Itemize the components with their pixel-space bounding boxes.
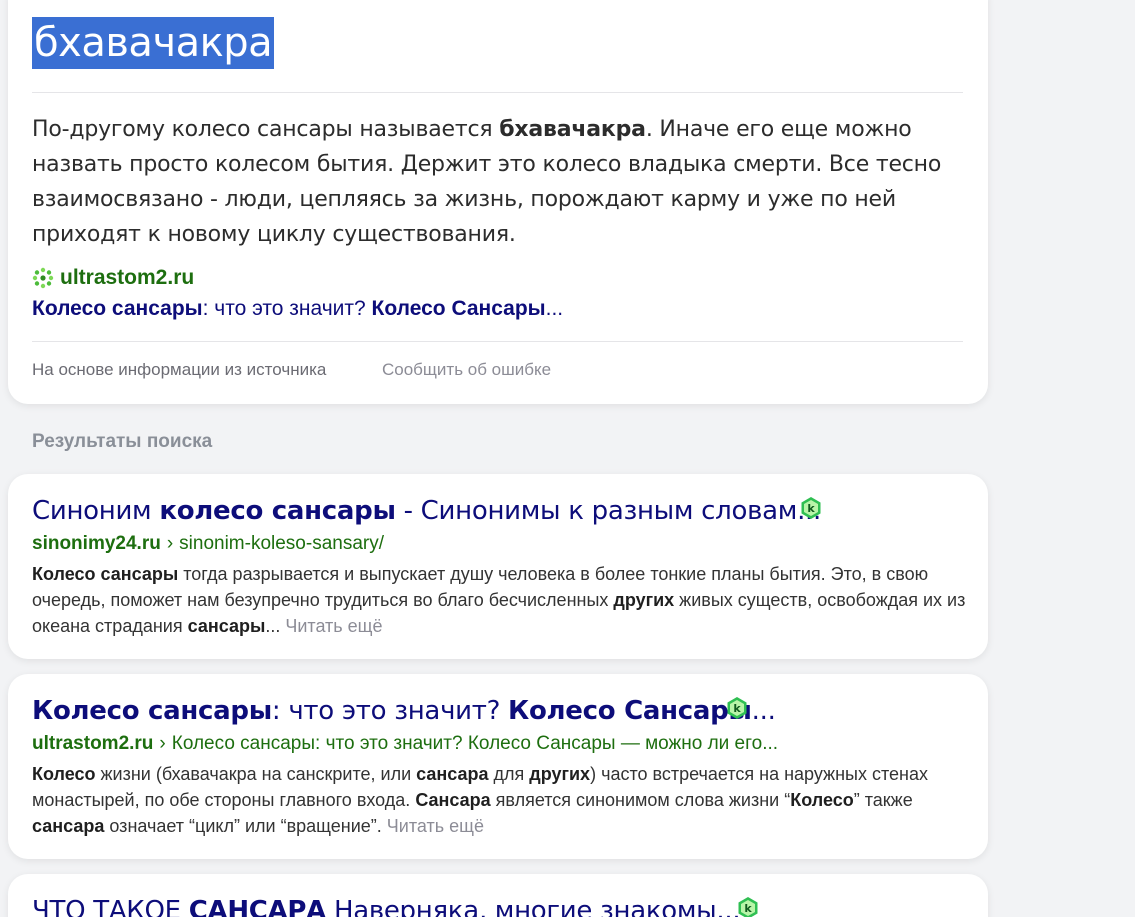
svg-text:k: k xyxy=(744,902,752,915)
result-title-bold: Колесо Сансары xyxy=(508,696,752,726)
result-title-bold: САНСАРА xyxy=(188,896,327,917)
svg-text:k: k xyxy=(733,702,741,715)
snippet-bold: других xyxy=(613,590,675,610)
answer-divider-top xyxy=(32,92,963,93)
report-error-link[interactable]: Сообщить об ошибке xyxy=(382,360,551,380)
answer-text: По-другому колесо сансары называется бха… xyxy=(32,112,962,252)
result-title-text: ... xyxy=(751,696,776,726)
result-snippet: Колесо жизни (бхавачакра на санскрите, и… xyxy=(32,761,967,839)
result-path: sinonim-koleso-sansary/ xyxy=(179,533,385,554)
search-result: Колесо сансары: что это значит? Колесо С… xyxy=(8,674,988,859)
answer-text-part: По-другому колесо сансары называется xyxy=(32,117,500,142)
snippet-text: ... xyxy=(265,616,286,636)
source-link-text: ... xyxy=(545,297,564,320)
green-dots-favicon-icon xyxy=(32,267,54,289)
result-title-text: ЧТО ТАКОЕ xyxy=(32,896,189,917)
result-title-text: - Синонимы к разным словам... xyxy=(395,496,822,526)
answer-text-bold: бхавачакра xyxy=(499,117,646,142)
snippet-bold: сансары xyxy=(187,616,266,636)
answer-source-link[interactable]: Колесо сансары: что это значит? Колесо С… xyxy=(32,297,563,321)
result-domain: ultrastom2.ru xyxy=(32,733,154,754)
search-result: Синоним колесо сансары - Синонимы к разн… xyxy=(8,474,988,659)
source-link-bold: Колесо сансары xyxy=(32,297,203,320)
result-url[interactable]: ultrastom2.ru › Колесо сансары: что это зн… xyxy=(32,733,778,755)
snippet-text: является синонимом слова жизни “ xyxy=(490,790,791,810)
breadcrumb-separator: › xyxy=(166,533,174,554)
answer-source-note: На основе информации из источника xyxy=(32,360,327,379)
result-title-text: Наверняка, многие знакомы... xyxy=(325,896,741,917)
snippet-bold: других xyxy=(529,764,591,784)
svg-text:k: k xyxy=(807,502,815,515)
source-link-text: : что это значит? xyxy=(202,297,372,320)
answer-divider-bottom xyxy=(32,341,963,342)
kaspersky-k-badge-icon[interactable]: k xyxy=(725,696,749,720)
search-result: ЧТО ТАКОЕ САНСАРА Наверняка, многие знак… xyxy=(8,874,988,917)
answer-title: бхавачакра xyxy=(32,17,275,69)
result-title-bold: Колесо сансары xyxy=(32,696,272,726)
snippet-text: означает “цикл” или “вращение”. xyxy=(104,816,387,836)
results-heading: Результаты поиска xyxy=(32,431,213,452)
snippet-bold: Колесо xyxy=(32,764,96,784)
breadcrumb-separator: › xyxy=(159,733,166,754)
snippet-bold: сансара xyxy=(416,764,489,784)
answer-source[interactable]: ultrastom2.ru xyxy=(32,266,194,290)
result-url[interactable]: sinonimy24.ru › sinonim-koleso-sansary/ xyxy=(32,533,384,555)
source-link-bold: Колесо Сансары xyxy=(371,297,546,320)
result-title-text: Синоним xyxy=(32,496,160,526)
result-title-link[interactable]: ЧТО ТАКОЕ САНСАРА Наверняка, многие знак… xyxy=(32,894,741,917)
snippet-bold: Колесо сансары xyxy=(32,564,179,584)
kaspersky-k-badge-icon[interactable]: k xyxy=(799,496,823,520)
kaspersky-k-badge-icon[interactable]: k xyxy=(736,896,760,917)
result-domain: sinonimy24.ru xyxy=(32,533,161,554)
read-more-link[interactable]: Читать ещё xyxy=(387,816,484,836)
snippet-bold: Сансара xyxy=(415,790,491,810)
snippet-text: жизни (бхавачакра на санскрите, или xyxy=(95,764,417,784)
snippet-bold: Колесо xyxy=(790,790,854,810)
snippet-bold: сансара xyxy=(32,816,105,836)
result-title-link[interactable]: Колесо сансары: что это значит? Колесо С… xyxy=(32,694,776,728)
quick-answer-card: бхавачакра По-другому колесо сансары наз… xyxy=(8,0,988,404)
result-path: Колесо сансары: что это значит? Колесо С… xyxy=(171,733,779,754)
snippet-text: ” также xyxy=(853,790,913,810)
result-title-text: : что это значит? xyxy=(271,696,509,726)
answer-source-domain[interactable]: ultrastom2.ru xyxy=(60,266,194,290)
search-results-page: бхавачакра По-другому колесо сансары наз… xyxy=(0,0,1135,917)
result-snippet: Колесо сансары тогда разрывается и выпус… xyxy=(32,561,967,639)
result-title-link[interactable]: Синоним колесо сансары - Синонимы к разн… xyxy=(32,494,821,528)
snippet-text: для xyxy=(488,764,530,784)
result-title-bold: колесо сансары xyxy=(159,496,396,526)
read-more-link[interactable]: Читать ещё xyxy=(285,616,382,636)
